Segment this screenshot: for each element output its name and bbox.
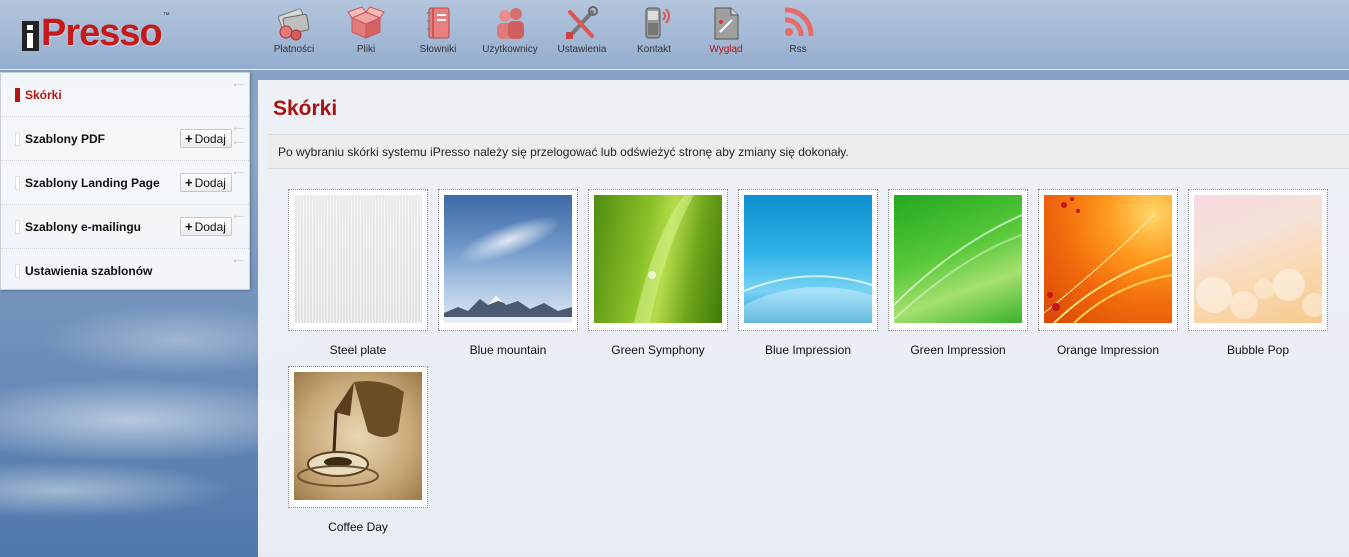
skin-label: Coffee Day: [328, 520, 388, 534]
main-panel: Skórki Po wybraniu skórki systemu iPress…: [258, 80, 1349, 557]
plus-icon: +: [185, 218, 193, 234]
nav-item-settings[interactable]: Ustawienia: [546, 4, 618, 64]
item-marker: [15, 175, 20, 190]
nav-item-users[interactable]: Użytkownicy: [474, 4, 546, 64]
skin-label: Blue Impression: [764, 343, 852, 357]
skin-bubble-pop[interactable]: Bubble Pop: [1188, 189, 1328, 357]
nav-item-appearance[interactable]: Wygląd: [690, 4, 762, 64]
users-icon: [490, 4, 530, 42]
item-marker: [15, 131, 20, 146]
skin-thumbnail-frame[interactable]: [588, 189, 728, 331]
arrow-left-icon: ⟵: [233, 168, 245, 177]
files-box-icon: [346, 4, 386, 42]
payments-icon: [274, 4, 314, 42]
plus-icon: +: [185, 174, 193, 190]
arrow-left-icon: ⟵: [233, 80, 245, 89]
nav-item-payments[interactable]: Płatności: [258, 4, 330, 64]
skin-label: Green Symphony: [611, 343, 705, 357]
nav-label: Ustawienia: [557, 44, 607, 55]
logo-i-mark: [22, 21, 39, 51]
sidebar-item-label: Szablony e-mailingu: [25, 219, 142, 234]
item-marker: [15, 264, 20, 278]
appearance-icon: [706, 4, 746, 42]
top-navigation: Płatności Pliki Słowniki Użytkownicy Ust…: [258, 4, 834, 64]
skin-thumbnail: [294, 372, 422, 500]
skin-thumbnail: [1194, 195, 1322, 323]
active-marker: [15, 87, 20, 102]
skin-thumbnail-frame[interactable]: [1188, 189, 1328, 331]
skin-blue-mountain[interactable]: Blue mountain: [438, 189, 578, 357]
top-header: Presso ™ Płatności Pliki Słowniki Użytko…: [0, 0, 1349, 70]
skin-thumbnail: [744, 195, 872, 323]
skin-thumbnail-frame[interactable]: [288, 366, 428, 508]
arrow-left-icon: ⟵: [233, 124, 245, 133]
skin-thumbnail-frame[interactable]: [738, 189, 878, 331]
skin-steel-plate[interactable]: Steel plate: [288, 189, 428, 357]
nav-label: Wygląd: [709, 44, 743, 55]
skin-blue-impression[interactable]: Blue Impression: [738, 189, 878, 357]
add-button-label: Dodaj: [194, 175, 226, 190]
skin-green-symphony[interactable]: Green Symphony: [588, 189, 728, 357]
sidebar-item-landing-page-templates[interactable]: Szablony Landing Page ⟵ + Dodaj: [1, 161, 249, 205]
logo-text: Presso: [41, 12, 163, 54]
arrow-left-icon: ⟵: [233, 138, 245, 147]
skin-thumbnail: [894, 195, 1022, 323]
skin-thumbnail-frame[interactable]: [1038, 189, 1178, 331]
arrow-left-icon: ⟵: [233, 212, 245, 221]
page-title: Skórki: [273, 97, 338, 120]
skin-thumbnail: [294, 195, 422, 323]
add-landing-page-template-button[interactable]: + Dodaj: [180, 173, 232, 192]
nav-item-dictionaries[interactable]: Słowniki: [402, 4, 474, 64]
nav-item-rss[interactable]: Rss: [762, 4, 834, 64]
nav-label: Rss: [789, 44, 807, 55]
sidebar-item-pdf-templates[interactable]: Szablony PDF ⟵ ⟵ + Dodaj: [1, 117, 249, 161]
sidebar-item-label: Szablony PDF: [25, 131, 106, 146]
plus-icon: +: [185, 130, 193, 146]
skin-label: Orange Impression: [1056, 343, 1160, 357]
nav-label: Płatności: [273, 44, 315, 55]
skin-thumbnail: [594, 195, 722, 323]
sidebar-item-label: Szablony Landing Page: [25, 175, 160, 190]
skin-coffee-day[interactable]: Coffee Day: [288, 366, 428, 534]
skin-thumbnail-frame[interactable]: [288, 189, 428, 331]
sidebar-item-label: Skórki: [25, 87, 62, 102]
sidebar-item-skins[interactable]: Skórki ⟵: [1, 73, 249, 117]
skin-label: Green Impression: [910, 343, 1006, 357]
skin-thumbnail-frame[interactable]: [888, 189, 1028, 331]
sidebar-item-emailing-templates[interactable]: Szablony e-mailingu ⟵ + Dodaj: [1, 205, 249, 249]
tools-icon: [562, 4, 602, 42]
sidebar-item-label: Ustawienia szablonów: [25, 264, 153, 278]
nav-label: Użytkownicy: [482, 44, 538, 55]
logo-trademark: ™: [162, 12, 170, 19]
nav-label: Pliki: [356, 44, 376, 55]
add-emailing-template-button[interactable]: + Dodaj: [180, 217, 232, 236]
rss-icon: [778, 4, 818, 42]
nav-item-contact[interactable]: Kontakt: [618, 4, 690, 64]
skin-label: Blue mountain: [469, 343, 547, 357]
skin-thumbnail: [444, 195, 572, 323]
ipresso-logo[interactable]: Presso ™: [22, 8, 170, 52]
skin-label: Steel plate: [329, 343, 387, 357]
phone-icon: [634, 4, 674, 42]
item-marker: [15, 219, 20, 234]
sidebar-item-template-settings[interactable]: Ustawienia szablonów ⟵: [1, 249, 249, 293]
nav-label: Kontakt: [637, 44, 671, 55]
add-button-label: Dodaj: [194, 219, 226, 234]
skin-thumbnail: [1044, 195, 1172, 323]
add-pdf-template-button[interactable]: + Dodaj: [180, 129, 232, 148]
arrow-left-icon: ⟵: [233, 256, 245, 265]
info-message: Po wybraniu skórki systemu iPresso należ…: [268, 134, 1349, 169]
nav-item-files[interactable]: Pliki: [330, 4, 402, 64]
skin-label: Bubble Pop: [1226, 343, 1290, 357]
skin-orange-impression[interactable]: Orange Impression: [1038, 189, 1178, 357]
skin-thumbnail-frame[interactable]: [438, 189, 578, 331]
sidebar: Skórki ⟵ Szablony PDF ⟵ ⟵ + Dodaj Szablo…: [0, 72, 250, 290]
nav-label: Słowniki: [419, 44, 457, 55]
skin-green-impression[interactable]: Green Impression: [888, 189, 1028, 357]
add-button-label: Dodaj: [194, 131, 226, 146]
dictionary-book-icon: [418, 4, 458, 42]
